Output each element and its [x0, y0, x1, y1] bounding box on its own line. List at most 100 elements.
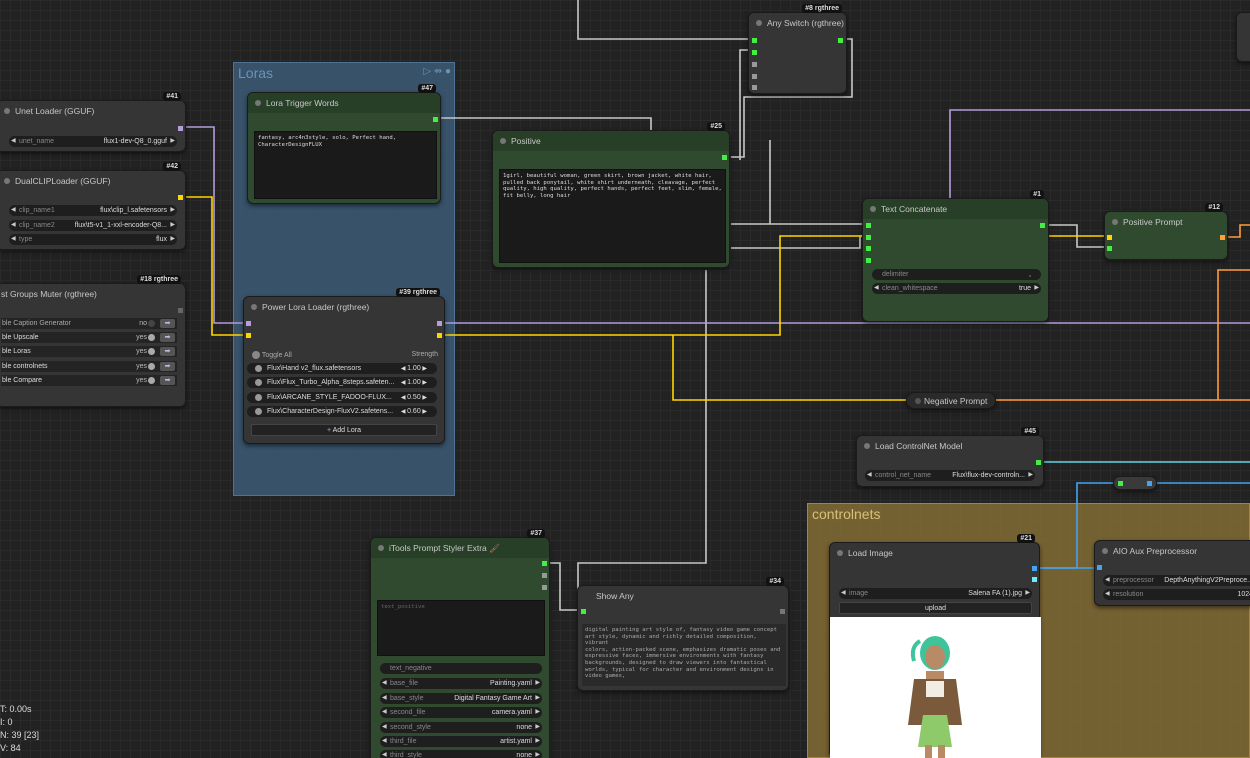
- style-widget[interactable]: second_stylenone: [380, 722, 542, 733]
- output-slot[interactable]: [780, 609, 785, 614]
- text-concatenate-node[interactable]: #1 Text Concatenate delimiter, clean_whi…: [862, 190, 1049, 322]
- any-switch-node[interactable]: #8 rgthree Any Switch (rgthree): [748, 4, 847, 94]
- style-widget[interactable]: third_fileartist.yaml: [380, 736, 542, 747]
- collapse-dot-icon[interactable]: [251, 304, 257, 310]
- add-lora-button[interactable]: + Add Lora: [251, 424, 437, 436]
- delimiter-input[interactable]: delimiter,: [872, 269, 1041, 280]
- output-slot[interactable]: [437, 321, 442, 326]
- toggle-icon[interactable]: [148, 348, 155, 355]
- power-lora-loader-node[interactable]: #39 rgthree Power Lora Loader (rgthree) …: [243, 288, 445, 444]
- node-title[interactable]: st Groups Muter (rgthree): [0, 284, 185, 304]
- output-slot[interactable]: [178, 195, 183, 200]
- input-slot[interactable]: [752, 50, 757, 55]
- lora-trigger-words-node[interactable]: #47 Lora Trigger Words fantasy, arc4n3st…: [247, 84, 441, 204]
- toggle-icon[interactable]: [255, 379, 262, 386]
- toggle-icon[interactable]: [255, 394, 262, 401]
- output-slot[interactable]: [178, 308, 183, 313]
- clean-whitespace-widget[interactable]: clean_whitespacetrue: [872, 283, 1041, 294]
- positive-textarea[interactable]: 1girl, beautiful woman, green skirt, bro…: [499, 169, 726, 263]
- node-title[interactable]: Load ControlNet Model: [857, 436, 1043, 456]
- positive-prompt-node[interactable]: #12 Positive Prompt: [1104, 203, 1228, 260]
- groups-muter-node[interactable]: #18 rgthree st Groups Muter (rgthree) bl…: [0, 275, 186, 407]
- style-widget[interactable]: third_stylenone: [380, 750, 542, 758]
- dual-clip-loader-node[interactable]: #42 DualCLIPLoader (GGUF) clip_name1flux…: [0, 162, 186, 250]
- node-title[interactable]: Lora Trigger Words: [248, 93, 440, 113]
- muter-row[interactable]: ble Caption Generator no ➡: [1, 318, 177, 329]
- collapse-dot-icon[interactable]: [756, 20, 762, 26]
- node-title[interactable]: DualCLIPLoader (GGUF): [0, 171, 185, 191]
- arrow-right-icon[interactable]: ➡: [160, 362, 175, 371]
- node-title[interactable]: Power Lora Loader (rgthree): [244, 297, 444, 317]
- input-slot[interactable]: [1097, 565, 1102, 570]
- output-slot[interactable]: [1032, 577, 1037, 582]
- unet-name-widget[interactable]: unet_nameflux1-dev-Q8_0.gguf: [9, 136, 177, 147]
- unet-loader-node[interactable]: #41 Unet Loader (GGUF) unet_nameflux1-de…: [0, 92, 186, 152]
- output-slot[interactable]: [542, 561, 547, 566]
- collapse-dot-icon[interactable]: [255, 100, 261, 106]
- input-slot[interactable]: [1107, 235, 1112, 240]
- node-title[interactable]: Unet Loader (GGUF): [0, 101, 185, 121]
- muter-row[interactable]: ble Compare yes ➡: [1, 375, 177, 386]
- controlnet-name-widget[interactable]: control_net_nameFlux\flux-dev-controln..…: [865, 470, 1035, 481]
- input-slot[interactable]: [246, 333, 251, 338]
- lora-row[interactable]: Flux\CharacterDesign-FluxV2.safetens...0…: [247, 406, 437, 417]
- collapse-dot-icon[interactable]: [915, 398, 921, 404]
- output-slot[interactable]: [722, 155, 727, 160]
- arrow-right-icon[interactable]: ➡: [160, 347, 175, 356]
- arrow-right-icon[interactable]: ➡: [160, 319, 175, 328]
- input-slot[interactable]: [752, 62, 757, 67]
- clip-name1-widget[interactable]: clip_name1flux\clip_l.safetensors: [9, 205, 177, 216]
- output-slot[interactable]: [178, 126, 183, 131]
- muter-row[interactable]: ble controlnets yes ➡: [1, 361, 177, 372]
- output-slot[interactable]: [1040, 223, 1045, 228]
- load-image-node[interactable]: #21 Load Image imageSalena FA (1).jpg up…: [829, 534, 1041, 758]
- node-title[interactable]: Positive: [493, 131, 729, 151]
- negative-prompt-node[interactable]: Negative Prompt: [906, 392, 996, 409]
- show-any-node[interactable]: #34 Show Any digital painting art style …: [577, 577, 789, 691]
- input-slot[interactable]: [246, 321, 251, 326]
- collapse-dot-icon[interactable]: [378, 545, 384, 551]
- collapse-dot-icon[interactable]: [1112, 219, 1118, 225]
- arrow-right-icon[interactable]: ➡: [160, 376, 175, 385]
- muter-row[interactable]: ble Loras yes ➡: [1, 346, 177, 357]
- output-slot[interactable]: [838, 38, 843, 43]
- output-slot[interactable]: [1147, 481, 1152, 486]
- collapse-dot-icon[interactable]: [4, 178, 10, 184]
- node-title[interactable]: Show Any: [578, 586, 788, 606]
- node-title[interactable]: Load Image: [830, 543, 1039, 563]
- input-slot[interactable]: [866, 246, 871, 251]
- style-widget[interactable]: second_filecamera.yaml: [380, 707, 542, 718]
- node-title[interactable]: Text Concatenate: [863, 199, 1048, 219]
- output-slot[interactable]: [433, 117, 438, 122]
- output-slot[interactable]: [1032, 566, 1037, 571]
- resolution-widget[interactable]: resolution1024: [1103, 589, 1250, 600]
- node-title[interactable]: Negative Prompt: [907, 393, 995, 410]
- node-title[interactable]: iTools Prompt Styler Extra 🖌: [371, 538, 549, 558]
- toggle-all-row[interactable]: Toggle All Strength: [252, 351, 438, 361]
- input-slot[interactable]: [752, 85, 757, 90]
- lora-row[interactable]: Flux\ARCANE_STYLE_FADOO-FLUX...0.50: [247, 392, 437, 403]
- input-slot[interactable]: [866, 258, 871, 263]
- trigger-words-textarea[interactable]: fantasy, arc4n3style, solo, Perfect hand…: [254, 131, 437, 199]
- output-slot[interactable]: [542, 585, 547, 590]
- node-title[interactable]: AIO Aux Preprocessor: [1095, 541, 1250, 561]
- reroute-node[interactable]: [1113, 476, 1157, 490]
- node-title[interactable]: Positive Prompt: [1105, 212, 1227, 232]
- toggle-icon[interactable]: [148, 363, 155, 370]
- output-slot[interactable]: [542, 573, 547, 578]
- image-select-widget[interactable]: imageSalena FA (1).jpg: [839, 588, 1032, 599]
- clip-type-widget[interactable]: typeflux: [9, 234, 177, 245]
- collapse-dot-icon[interactable]: [1102, 548, 1108, 554]
- collapse-dot-icon[interactable]: [500, 138, 506, 144]
- toggle-icon[interactable]: [252, 351, 260, 359]
- node-title[interactable]: Any Switch (rgthree): [749, 13, 846, 33]
- aio-aux-preprocessor-node[interactable]: AIO Aux Preprocessor preprocessorDepthAn…: [1094, 540, 1250, 606]
- positive-node[interactable]: #25 Positive 1girl, beautiful woman, gre…: [492, 122, 730, 268]
- preprocessor-widget[interactable]: preprocessorDepthAnythingV2Preproce...: [1103, 575, 1250, 586]
- offscreen-node[interactable]: [1236, 12, 1250, 62]
- collapse-dot-icon[interactable]: [864, 443, 870, 449]
- toggle-icon[interactable]: [148, 320, 155, 327]
- toggle-icon[interactable]: [148, 377, 155, 384]
- text-positive-textarea[interactable]: text_positive: [377, 600, 545, 656]
- text-negative-input[interactable]: text_negative: [380, 663, 542, 674]
